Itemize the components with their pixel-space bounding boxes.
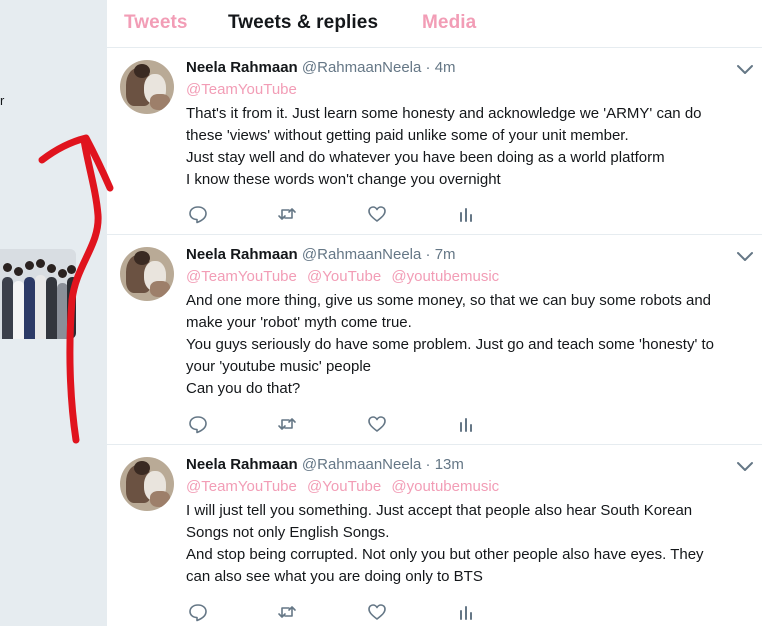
- tab-tweets-and-replies[interactable]: Tweets & replies: [228, 12, 378, 34]
- analytics-icon[interactable]: [456, 602, 476, 622]
- separator-dot: ·: [425, 456, 431, 473]
- tweet-text-line: I will just tell you something. Just acc…: [186, 502, 693, 519]
- tweet-header: Neela Rahmaan @RahmaanNeela · 7m: [186, 246, 456, 263]
- tweet-text-line: And one more thing, give us some money, …: [186, 292, 712, 309]
- mention-link[interactable]: @YouTube: [307, 478, 381, 495]
- tweet-text-line: And stop being corrupted. Not only you b…: [186, 546, 704, 563]
- separator-dot: ·: [425, 59, 431, 76]
- retweet-icon[interactable]: [277, 204, 297, 224]
- reply-icon[interactable]: [188, 204, 208, 224]
- tweet-text-line: can also see what you are doing only to …: [186, 568, 483, 585]
- tab-media[interactable]: Media: [422, 12, 476, 34]
- tweet-text-line: your 'youtube music' people: [186, 358, 372, 375]
- mention-link[interactable]: @youtubemusic: [391, 478, 499, 495]
- user-handle[interactable]: @RahmaanNeela: [302, 246, 421, 263]
- tweet-text-line: Songs not only English Songs.: [186, 524, 390, 541]
- heart-icon[interactable]: [367, 602, 387, 622]
- mention-link[interactable]: @YouTube: [307, 268, 381, 285]
- reply-mentions: @TeamYouTube @YouTube @youtubemusic: [186, 268, 505, 285]
- tweet-timestamp[interactable]: 13m: [435, 456, 464, 473]
- tweet-text-line: You guys seriously do have some problem.…: [186, 336, 714, 353]
- left-sidebar: r: [0, 0, 107, 626]
- retweet-icon[interactable]: [277, 414, 297, 434]
- mention-link[interactable]: @TeamYouTube: [186, 478, 297, 495]
- chevron-down-icon[interactable]: [735, 461, 755, 473]
- reply-mentions: @TeamYouTube @YouTube @youtubemusic: [186, 478, 505, 495]
- display-name[interactable]: Neela Rahmaan: [186, 59, 298, 76]
- mention-link[interactable]: @youtubemusic: [391, 268, 499, 285]
- mention-link[interactable]: @TeamYouTube: [186, 268, 297, 285]
- tweet-timestamp[interactable]: 4m: [435, 59, 456, 76]
- display-name[interactable]: Neela Rahmaan: [186, 456, 298, 473]
- display-name[interactable]: Neela Rahmaan: [186, 246, 298, 263]
- tweet[interactable]: Neela Rahmaan @RahmaanNeela · 7m @TeamYo…: [107, 235, 762, 445]
- profile-tabs: Tweets Tweets & replies Media: [107, 0, 762, 48]
- analytics-icon[interactable]: [456, 204, 476, 224]
- tweet-text-line: these 'views' without getting paid unlik…: [186, 127, 629, 144]
- analytics-icon[interactable]: [456, 414, 476, 434]
- tweet-text-line: Just stay well and do whatever you have …: [186, 149, 665, 166]
- tweet-text-line: I know these words won't change you over…: [186, 171, 501, 188]
- user-handle[interactable]: @RahmaanNeela: [302, 59, 421, 76]
- reply-icon[interactable]: [188, 414, 208, 434]
- photo-thumbnail[interactable]: [0, 249, 76, 339]
- tweet-text-line: Can you do that?: [186, 380, 301, 397]
- tweet-text: I will just tell you something. Just acc…: [186, 500, 746, 588]
- tweet-text: That's it from it. Just learn some hones…: [186, 103, 746, 191]
- mention-link[interactable]: @TeamYouTube: [186, 81, 297, 98]
- tweet-text-line: make your 'robot' myth come true.: [186, 314, 412, 331]
- avatar[interactable]: [120, 60, 174, 114]
- avatar[interactable]: [120, 247, 174, 301]
- tweet[interactable]: Neela Rahmaan @RahmaanNeela · 13m @TeamY…: [107, 445, 762, 626]
- heart-icon[interactable]: [367, 204, 387, 224]
- sidebar-fragment-text: r: [0, 93, 5, 108]
- avatar[interactable]: [120, 457, 174, 511]
- tweet-actions: [186, 204, 486, 224]
- tweet-text-line: That's it from it. Just learn some hones…: [186, 105, 702, 122]
- user-handle[interactable]: @RahmaanNeela: [302, 456, 421, 473]
- tweet-actions: [186, 414, 486, 434]
- tweet-timestamp[interactable]: 7m: [435, 246, 456, 263]
- profile-page: r Tweets Tweets & replies Media Neela Ra…: [0, 0, 762, 626]
- tweet[interactable]: Neela Rahmaan @RahmaanNeela · 4m @TeamYo…: [107, 48, 762, 235]
- timeline-column: Tweets Tweets & replies Media Neela Rahm…: [107, 0, 762, 626]
- separator-dot: ·: [425, 246, 431, 263]
- reply-mentions: @TeamYouTube: [186, 81, 303, 98]
- reply-icon[interactable]: [188, 602, 208, 622]
- heart-icon[interactable]: [367, 414, 387, 434]
- tweet-header: Neela Rahmaan @RahmaanNeela · 4m: [186, 59, 456, 76]
- retweet-icon[interactable]: [277, 602, 297, 622]
- tweet-text: And one more thing, give us some money, …: [186, 290, 746, 400]
- chevron-down-icon[interactable]: [735, 251, 755, 263]
- tab-tweets[interactable]: Tweets: [124, 12, 188, 34]
- chevron-down-icon[interactable]: [735, 64, 755, 76]
- tweet-actions: [186, 602, 486, 622]
- tweet-header: Neela Rahmaan @RahmaanNeela · 13m: [186, 456, 464, 473]
